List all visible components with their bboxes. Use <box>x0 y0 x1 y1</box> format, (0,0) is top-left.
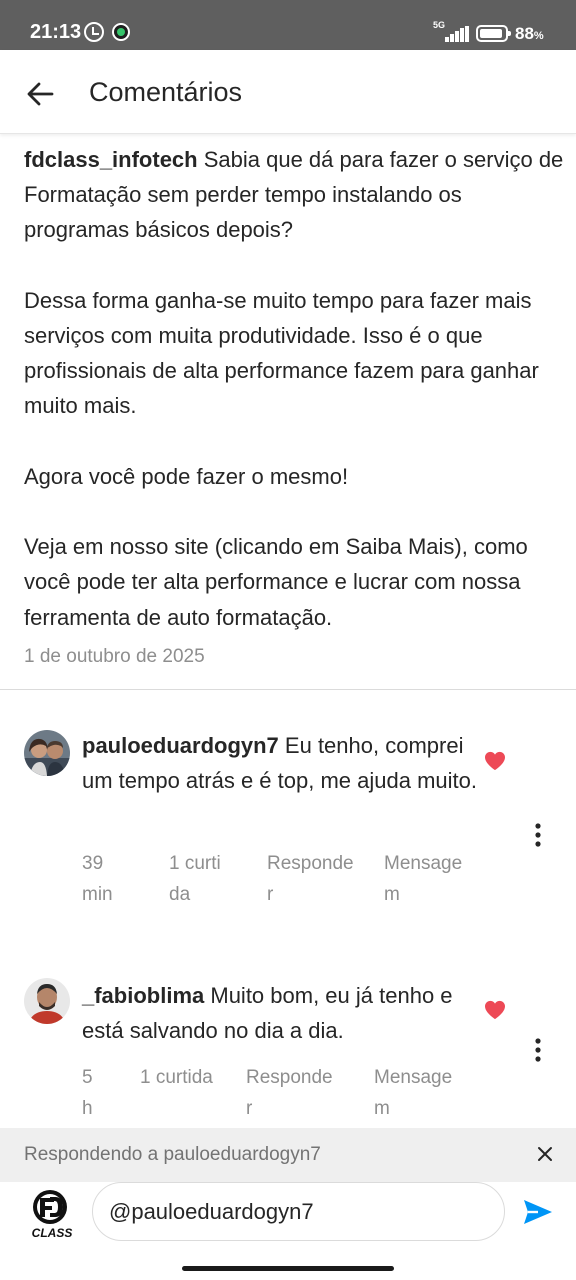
reply-button[interactable]: Responder <box>267 848 359 910</box>
heart-icon <box>485 1000 505 1020</box>
network-type: 5G <box>433 20 446 30</box>
svg-text:CLASS: CLASS <box>32 1226 73 1240</box>
caption-paragraph: Dessa forma ganha-se muito tempo para fa… <box>24 287 539 419</box>
comment-likes[interactable]: 1 curtida <box>140 1062 220 1093</box>
arrow-left-icon <box>27 82 54 106</box>
header: Comentários <box>0 50 576 134</box>
status-bar: 21:13 5G 88% <box>0 0 576 50</box>
avatar[interactable] <box>24 978 70 1024</box>
more-vertical-icon <box>535 823 541 847</box>
comment-input[interactable] <box>92 1182 505 1241</box>
battery-percent: 88% <box>515 24 544 43</box>
like-button[interactable] <box>484 1000 506 1020</box>
more-options-button[interactable] <box>527 822 549 848</box>
more-options-button[interactable] <box>527 1037 549 1063</box>
comment-likes[interactable]: 1 curtida <box>169 848 231 910</box>
clock: 21:13 <box>30 21 82 43</box>
divider <box>0 689 576 690</box>
post-username[interactable]: fdclass_infotech <box>24 147 198 172</box>
battery-icon <box>476 25 511 42</box>
send-icon <box>524 1200 552 1224</box>
page-title: Comentários <box>89 77 243 107</box>
close-icon <box>538 1147 552 1161</box>
comment-username[interactable]: pauloeduardogyn7 <box>82 733 279 758</box>
more-vertical-icon <box>535 1038 541 1062</box>
fdclass-logo-icon: CLASS <box>32 1190 73 1240</box>
post-caption: fdclass_infotech Sabia que dá para fazer… <box>24 142 569 635</box>
message-button[interactable]: Mensagem <box>384 848 466 910</box>
heart-icon <box>485 751 505 771</box>
comment-time: 39 min <box>82 853 113 905</box>
alarm-icon <box>84 22 104 42</box>
user-avatar-logo[interactable]: CLASS <box>28 1188 76 1240</box>
signal-icon <box>445 26 469 42</box>
comment-time: 5 h <box>82 1067 93 1119</box>
like-button[interactable] <box>484 751 506 771</box>
back-button[interactable] <box>22 76 58 112</box>
app-notification-icon <box>112 23 130 41</box>
send-button[interactable] <box>522 1198 554 1226</box>
reply-button[interactable]: Responder <box>246 1062 338 1124</box>
post-date: 1 de outubro de 2025 <box>24 646 205 667</box>
comment-username[interactable]: _fabioblima <box>82 983 204 1008</box>
replying-to-text: Respondendo a pauloeduardogyn7 <box>24 1144 321 1165</box>
comment-text: pauloeduardogyn7 Eu tenho, comprei um te… <box>82 728 477 798</box>
avatar[interactable] <box>24 730 70 776</box>
cancel-reply-button[interactable] <box>534 1143 556 1165</box>
comment-text: _fabioblima Muito bom, eu já tenho e est… <box>82 978 477 1048</box>
replying-to-bar: Respondendo a pauloeduardogyn7 <box>0 1128 576 1182</box>
comment-composer: CLASS <box>0 1182 576 1280</box>
home-indicator[interactable] <box>182 1266 394 1271</box>
caption-paragraph: Veja em nosso site (clicando em Saiba Ma… <box>24 534 528 630</box>
message-button[interactable]: Mensagem <box>374 1062 466 1124</box>
caption-paragraph: Agora você pode fazer o mesmo! <box>24 463 349 489</box>
